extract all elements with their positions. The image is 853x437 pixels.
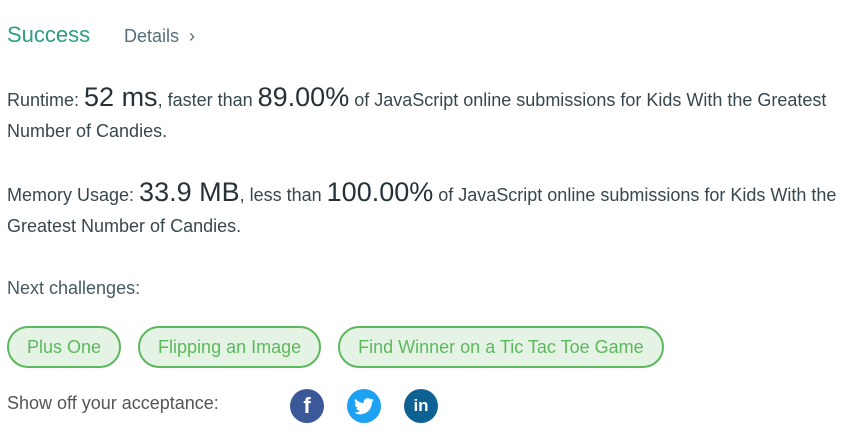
chevron-right-icon: › bbox=[189, 26, 196, 46]
runtime-mid: , faster than bbox=[157, 90, 258, 110]
memory-label: Memory Usage: bbox=[7, 185, 140, 205]
runtime-percent: 89.00% bbox=[257, 82, 350, 112]
details-label: Details bbox=[124, 26, 180, 46]
memory-percent: 100.00% bbox=[326, 177, 434, 207]
linkedin-icon[interactable]: in bbox=[404, 389, 438, 423]
share-label: Show off your acceptance: bbox=[7, 393, 219, 413]
memory-summary: Memory Usage: 33.9 MB, less than 100.00%… bbox=[7, 177, 837, 242]
runtime-label: Runtime: bbox=[7, 90, 85, 110]
runtime-summary: Runtime: 52 ms, faster than 89.00% of Ja… bbox=[7, 82, 837, 147]
next-challenges-list: Plus One Flipping an Image Find Winner o… bbox=[7, 326, 664, 368]
facebook-icon[interactable]: f bbox=[290, 389, 324, 423]
challenge-flipping-an-image[interactable]: Flipping an Image bbox=[138, 326, 322, 368]
challenge-find-winner-tic-tac-toe[interactable]: Find Winner on a Tic Tac Toe Game bbox=[338, 326, 664, 368]
challenge-plus-one[interactable]: Plus One bbox=[7, 326, 122, 368]
memory-value: 33.9 MB bbox=[139, 177, 240, 207]
twitter-icon[interactable] bbox=[347, 389, 381, 423]
next-challenges-label: Next challenges: bbox=[7, 278, 141, 298]
details-link[interactable]: Details › bbox=[124, 26, 195, 47]
memory-mid: , less than bbox=[239, 185, 327, 205]
runtime-value: 52 ms bbox=[84, 82, 158, 112]
status-success: Success bbox=[7, 22, 91, 47]
